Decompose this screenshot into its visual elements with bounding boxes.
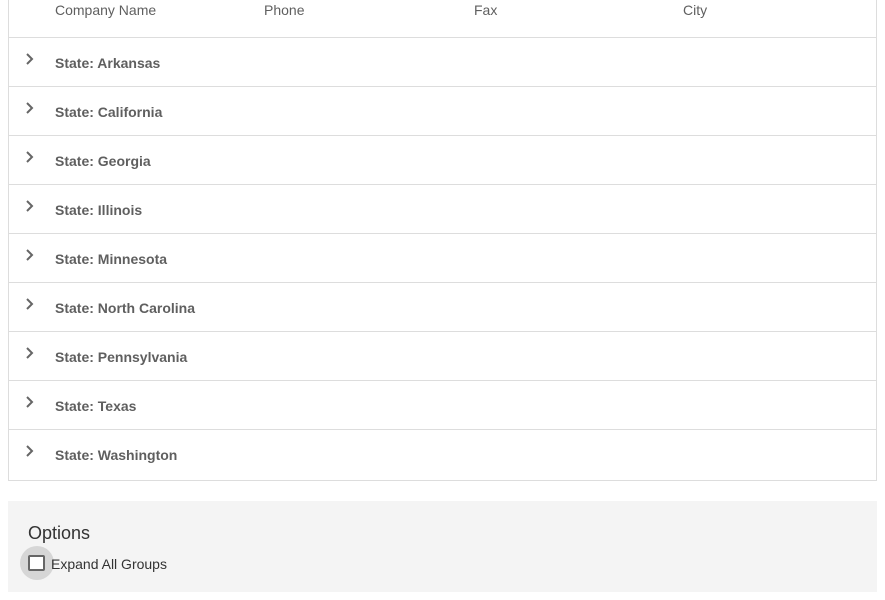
chevron-right-icon[interactable] (23, 297, 37, 311)
chevron-right-icon[interactable] (23, 101, 37, 115)
options-title: Options (28, 523, 91, 543)
grid-header: Company Name Phone Fax City (9, 0, 876, 38)
group-label: State: Texas (55, 398, 137, 414)
chevron-right-icon[interactable] (23, 346, 37, 360)
chevron-right-icon[interactable] (23, 52, 37, 66)
chevron-right-icon[interactable] (23, 150, 37, 164)
group-label: State: Illinois (55, 202, 143, 218)
expand-all-groups-label[interactable]: Expand All Groups (51, 556, 167, 572)
chevron-right-icon[interactable] (23, 248, 37, 262)
chevron-right-icon[interactable] (23, 199, 37, 213)
expand-all-groups-checkbox[interactable] (20, 546, 54, 580)
group-label: State: Minnesota (55, 251, 168, 267)
chevron-right-icon[interactable] (23, 444, 37, 458)
group-row-arkansas[interactable]: State: Arkansas (9, 38, 876, 87)
group-label: State: California (55, 104, 163, 120)
options-panel: Options Expand All Groups (8, 501, 877, 592)
group-label: State: Washington (55, 447, 178, 463)
column-header-company-name[interactable]: Company Name (55, 2, 156, 18)
group-row-georgia[interactable]: State: Georgia (9, 136, 876, 185)
column-header-phone[interactable]: Phone (264, 2, 304, 18)
group-row-california[interactable]: State: California (9, 87, 876, 136)
column-header-fax[interactable]: Fax (474, 2, 497, 18)
group-row-north-carolina[interactable]: State: North Carolina (9, 283, 876, 332)
group-row-texas[interactable]: State: Texas (9, 381, 876, 430)
group-label: State: Arkansas (55, 55, 161, 71)
checkbox-box[interactable] (28, 555, 45, 571)
data-grid: Company Name Phone Fax City State: Arkan… (8, 0, 877, 481)
group-row-illinois[interactable]: State: Illinois (9, 185, 876, 234)
group-row-washington[interactable]: State: Washington (9, 430, 876, 479)
group-label: State: Pennsylvania (55, 349, 188, 365)
group-label: State: North Carolina (55, 300, 196, 316)
group-row-pennsylvania[interactable]: State: Pennsylvania (9, 332, 876, 381)
group-label: State: Georgia (55, 153, 151, 169)
column-header-city[interactable]: City (683, 2, 707, 18)
group-row-minnesota[interactable]: State: Minnesota (9, 234, 876, 283)
chevron-right-icon[interactable] (23, 395, 37, 409)
